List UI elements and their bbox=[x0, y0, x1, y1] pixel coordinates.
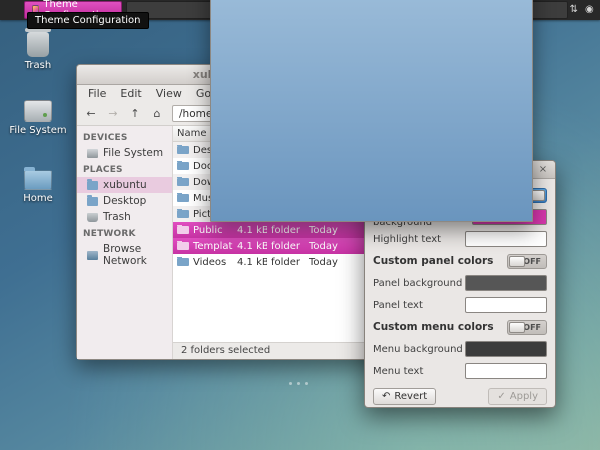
file-name: Templates bbox=[193, 241, 233, 252]
home-folder-icon bbox=[87, 181, 98, 190]
desktop-icon-label: Home bbox=[12, 193, 64, 204]
system-tray: ⇅ ◉ 17 Apr, 17:30 bbox=[570, 0, 600, 27]
sidebar-item-label: xubuntu bbox=[103, 179, 147, 191]
toggle-knob bbox=[509, 322, 525, 333]
menu-background-swatch[interactable] bbox=[465, 341, 547, 357]
desktop-icon-trash[interactable]: Trash bbox=[10, 32, 66, 71]
home-icon[interactable]: ⌂ bbox=[147, 105, 167, 123]
file-type: folder bbox=[267, 241, 305, 252]
forward-icon[interactable]: → bbox=[103, 105, 123, 123]
network-icon bbox=[87, 251, 98, 260]
folder-icon bbox=[87, 197, 98, 206]
panel-text-label: Panel text bbox=[373, 300, 423, 311]
toggle-knob bbox=[509, 256, 525, 267]
sidebar-item-label: Desktop bbox=[103, 195, 146, 207]
revert-label: Revert bbox=[394, 391, 427, 402]
folder-icon bbox=[177, 242, 189, 250]
file-name: Videos bbox=[193, 257, 226, 268]
sidebar-header-places: PLACES bbox=[77, 161, 172, 177]
drive-icon bbox=[87, 149, 98, 158]
folder-icon bbox=[177, 194, 189, 202]
sidebar-item-file-system[interactable]: File System bbox=[77, 145, 172, 161]
folder-icon bbox=[177, 226, 189, 234]
folder-icon bbox=[177, 146, 189, 154]
home-folder-icon bbox=[24, 170, 52, 190]
session-icon[interactable]: ◉ bbox=[585, 0, 594, 20]
panel-text-swatch[interactable] bbox=[465, 297, 547, 313]
desktop-icon-label: File System bbox=[6, 125, 70, 136]
sidebar: DEVICES File System PLACES xubuntu Deskt… bbox=[77, 126, 173, 359]
toggle-label: OFF bbox=[523, 323, 541, 332]
highlight-text-label: Highlight text bbox=[373, 234, 441, 245]
network-icon[interactable]: ⇅ bbox=[570, 0, 578, 20]
revert-button[interactable]: ↶ Revert bbox=[373, 388, 436, 405]
folder-icon bbox=[177, 210, 189, 218]
section-heading-menu: Custom menu colors bbox=[373, 321, 494, 333]
menu-view[interactable]: View bbox=[149, 87, 189, 100]
apply-button[interactable]: ✓ Apply bbox=[488, 388, 547, 405]
menu-background-label: Menu background bbox=[373, 344, 463, 355]
file-type: folder bbox=[267, 257, 305, 268]
sidebar-item-trash[interactable]: Trash bbox=[77, 209, 172, 225]
file-size: 4.1 kB bbox=[233, 241, 267, 252]
file-manager-icon bbox=[210, 0, 533, 222]
sidebar-item-label: File System bbox=[103, 147, 163, 159]
sidebar-item-label: Browse Network bbox=[103, 243, 168, 267]
sidebar-header-network: NETWORK bbox=[77, 225, 172, 241]
menu-text-swatch[interactable] bbox=[465, 363, 547, 379]
wallpaper-dots bbox=[289, 382, 308, 385]
menu-file[interactable]: File bbox=[81, 87, 113, 100]
drive-icon bbox=[24, 100, 52, 122]
sidebar-header-devices: DEVICES bbox=[77, 129, 172, 145]
trash-icon bbox=[87, 213, 98, 222]
file-size: 4.1 kB bbox=[233, 225, 267, 236]
panel-background-label: Panel background bbox=[373, 278, 462, 289]
file-size: 4.1 kB bbox=[233, 257, 267, 268]
toggle-label: OFF bbox=[523, 257, 541, 266]
panel-background-swatch[interactable] bbox=[465, 275, 547, 291]
section-heading-panel: Custom panel colors bbox=[373, 255, 493, 267]
folder-icon bbox=[177, 178, 189, 186]
up-icon[interactable]: ↑ bbox=[125, 105, 145, 123]
close-icon[interactable]: × bbox=[536, 161, 550, 179]
desktop-icon-label: Trash bbox=[10, 60, 66, 71]
folder-icon bbox=[177, 162, 189, 170]
sidebar-item-label: Trash bbox=[103, 211, 131, 223]
custom-panel-colors-toggle[interactable]: OFF bbox=[507, 254, 547, 269]
desktop-icon-file-system[interactable]: File System bbox=[6, 100, 70, 136]
apply-icon: ✓ bbox=[497, 391, 505, 402]
apply-label: Apply bbox=[510, 391, 538, 402]
back-icon[interactable]: ← bbox=[81, 105, 101, 123]
menu-edit[interactable]: Edit bbox=[113, 87, 148, 100]
desktop-icon-home[interactable]: Home bbox=[12, 170, 64, 204]
file-name: Public bbox=[193, 225, 223, 236]
folder-icon bbox=[177, 258, 189, 266]
taskbar-button-file-manager[interactable]: xubuntu - File Manager bbox=[126, 1, 568, 19]
tooltip: Theme Configuration bbox=[27, 12, 149, 29]
sidebar-item-desktop[interactable]: Desktop bbox=[77, 193, 172, 209]
sidebar-item-xubuntu[interactable]: xubuntu bbox=[77, 177, 172, 193]
trash-icon bbox=[27, 32, 49, 57]
revert-icon: ↶ bbox=[382, 391, 390, 402]
menu-text-label: Menu text bbox=[373, 366, 423, 377]
custom-menu-colors-toggle[interactable]: OFF bbox=[507, 320, 547, 335]
file-type: folder bbox=[267, 225, 305, 236]
highlight-text-swatch[interactable] bbox=[465, 231, 547, 247]
sidebar-item-browse-network[interactable]: Browse Network bbox=[77, 241, 172, 269]
